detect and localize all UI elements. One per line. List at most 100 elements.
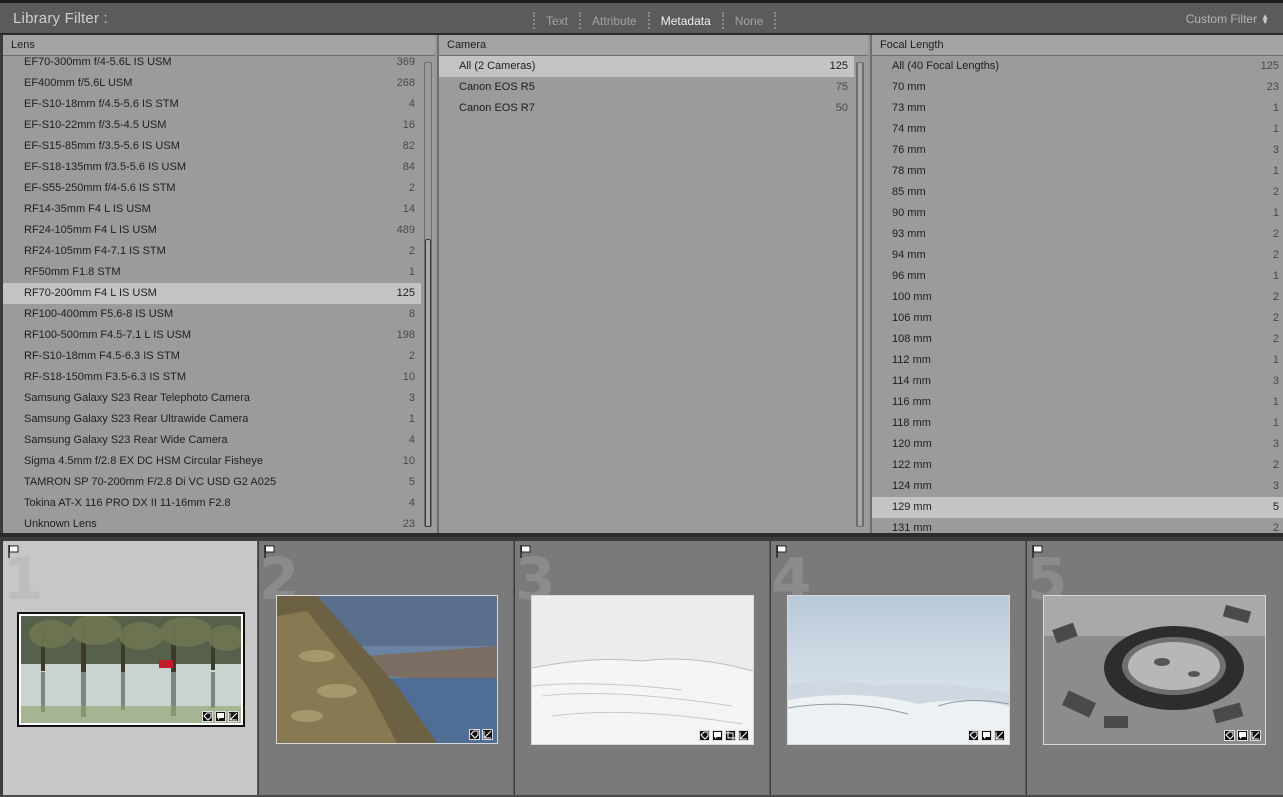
- lens-scrollbar-thumb[interactable]: [425, 239, 431, 527]
- flag-icon[interactable]: [776, 545, 787, 558]
- list-item[interactable]: Canon EOS R5 75: [439, 77, 854, 98]
- list-item[interactable]: EF-S10-22mm f/3.5-4.5 USM 16: [3, 115, 421, 136]
- filter-mode-metadata[interactable]: Metadata: [655, 12, 717, 30]
- list-item[interactable]: 94 mm 2: [872, 245, 1283, 266]
- photo-snowy-hills[interactable]: [532, 596, 753, 744]
- camera-scrollbar-thumb[interactable]: [857, 62, 863, 527]
- list-item[interactable]: Tokina AT-X 116 PRO DX II 11-16mm F2.8 4: [3, 493, 421, 514]
- list-item[interactable]: EF-S10-18mm f/4.5-5.6 IS STM 4: [3, 94, 421, 115]
- list-item[interactable]: RF-S18-150mm F3.5-6.3 IS STM 10: [3, 367, 421, 388]
- list-item[interactable]: 131 mm 2: [872, 518, 1283, 533]
- list-item-label: EF-S18-135mm f/3.5-5.6 IS USM: [24, 161, 186, 173]
- keyword-badge-icon[interactable]: [202, 711, 213, 722]
- list-item[interactable]: RF50mm F1.8 STM 1: [3, 262, 421, 283]
- keyword-badge-icon[interactable]: [699, 730, 710, 741]
- photo-snow-landscape[interactable]: [788, 596, 1009, 744]
- photo-river-gorge[interactable]: [277, 596, 497, 743]
- list-item[interactable]: 114 mm 3: [872, 371, 1283, 392]
- list-item[interactable]: RF24-105mm F4-7.1 IS STM 2: [3, 241, 421, 262]
- list-item[interactable]: RF14-35mm F4 L IS USM 14: [3, 199, 421, 220]
- edit-badge-icon[interactable]: [1250, 730, 1261, 741]
- mode-separator: [721, 12, 724, 29]
- grid-cell[interactable]: 5: [1027, 541, 1283, 795]
- edit-badge-icon[interactable]: [994, 730, 1005, 741]
- edit-badge-icon[interactable]: [738, 730, 749, 741]
- list-item[interactable]: Samsung Galaxy S23 Rear Telephoto Camera…: [3, 388, 421, 409]
- grid-cell[interactable]: 4: [771, 541, 1026, 795]
- list-item[interactable]: RF70-200mm F4 L IS USM 125: [3, 283, 421, 304]
- list-item[interactable]: 112 mm 1: [872, 350, 1283, 371]
- keyword-badge-icon[interactable]: [1224, 730, 1235, 741]
- flag-icon[interactable]: [520, 545, 531, 558]
- list-item[interactable]: Samsung Galaxy S23 Rear Ultrawide Camera…: [3, 409, 421, 430]
- list-item[interactable]: 78 mm 1: [872, 161, 1283, 182]
- list-item[interactable]: RF100-500mm F4.5-7.1 L IS USM 198: [3, 325, 421, 346]
- edit-badge-icon[interactable]: [482, 729, 493, 740]
- filter-mode-text[interactable]: Text: [540, 12, 574, 30]
- filter-mode-attribute[interactable]: Attribute: [586, 12, 643, 30]
- list-item[interactable]: 116 mm 1: [872, 392, 1283, 413]
- keyword-badge-icon[interactable]: [968, 730, 979, 741]
- camera-scrollbar[interactable]: [856, 62, 864, 527]
- list-item[interactable]: All (2 Cameras) 125: [439, 56, 854, 77]
- list-item[interactable]: All (40 Focal Lengths) 125: [872, 56, 1283, 77]
- list-item[interactable]: EF400mm f/5.6L USM 268: [3, 73, 421, 94]
- list-item-count: 2: [408, 350, 415, 362]
- list-item-count: 4: [408, 434, 415, 446]
- list-item[interactable]: Sigma 4.5mm f/2.8 EX DC HSM Circular Fis…: [3, 451, 421, 472]
- list-item[interactable]: 106 mm 2: [872, 308, 1283, 329]
- list-item[interactable]: 74 mm 1: [872, 119, 1283, 140]
- grid-cell[interactable]: 1: [3, 541, 258, 795]
- list-item[interactable]: 70 mm 23: [872, 77, 1283, 98]
- flag-icon[interactable]: [1032, 545, 1043, 558]
- list-item[interactable]: 85 mm 2: [872, 182, 1283, 203]
- list-item[interactable]: 120 mm 3: [872, 434, 1283, 455]
- list-item[interactable]: 73 mm 1: [872, 98, 1283, 119]
- edit-badge-icon[interactable]: [228, 711, 239, 722]
- comment-badge-icon[interactable]: [215, 711, 226, 722]
- crop-badge-icon[interactable]: [725, 730, 736, 741]
- custom-filter-dropdown[interactable]: Custom Filter ▲ ▼: [1186, 12, 1269, 26]
- list-item[interactable]: 108 mm 2: [872, 329, 1283, 350]
- camera-column-header[interactable]: Camera: [439, 35, 868, 56]
- list-item[interactable]: RF-S10-18mm F4.5-6.3 IS STM 2: [3, 346, 421, 367]
- grid-cell[interactable]: 2: [259, 541, 514, 795]
- list-item[interactable]: 76 mm 3: [872, 140, 1283, 161]
- list-item[interactable]: EF-S55-250mm f/4-5.6 IS STM 2: [3, 178, 421, 199]
- filter-mode-none[interactable]: None: [729, 12, 770, 30]
- comment-badge-icon[interactable]: [1237, 730, 1248, 741]
- list-item[interactable]: 124 mm 3: [872, 476, 1283, 497]
- keyword-badge-icon[interactable]: [469, 729, 480, 740]
- list-item[interactable]: EF-S15-85mm f/3.5-5.6 IS USM 82: [3, 136, 421, 157]
- list-item-count: 23: [1266, 81, 1279, 93]
- list-item-label: 124 mm: [892, 480, 932, 492]
- photo-tire-in-ruins[interactable]: [1044, 596, 1265, 744]
- list-item[interactable]: Samsung Galaxy S23 Rear Wide Camera 4: [3, 430, 421, 451]
- metadata-browser: Lens EF70-300mm f/4-5.6L IS USM 369 EF400m…: [3, 35, 1283, 533]
- list-item[interactable]: EF70-300mm f/4-5.6L IS USM 369: [3, 52, 421, 73]
- list-item[interactable]: TAMRON SP 70-200mm F/2.8 Di VC USD G2 A0…: [3, 472, 421, 493]
- list-item[interactable]: RF100-400mm F5.6-8 IS USM 8: [3, 304, 421, 325]
- library-filter-bar: Library Filter : Text Attribute Metadata…: [0, 0, 1283, 35]
- list-item[interactable]: EF-S18-135mm f/3.5-5.6 IS USM 84: [3, 157, 421, 178]
- list-item[interactable]: 122 mm 2: [872, 455, 1283, 476]
- list-item[interactable]: Canon EOS R7 50: [439, 98, 854, 119]
- comment-badge-icon[interactable]: [981, 730, 992, 741]
- flag-icon[interactable]: [264, 545, 275, 558]
- flag-icon[interactable]: [8, 545, 19, 558]
- photo-flooded-trees[interactable]: [21, 616, 241, 723]
- list-item[interactable]: 96 mm 1: [872, 266, 1283, 287]
- list-item[interactable]: 100 mm 2: [872, 287, 1283, 308]
- list-item[interactable]: Unknown Lens 23: [3, 514, 421, 533]
- list-item[interactable]: 118 mm 1: [872, 413, 1283, 434]
- lens-scrollbar[interactable]: [424, 62, 432, 527]
- list-item[interactable]: RF24-105mm F4 L IS USM 489: [3, 220, 421, 241]
- list-item-label: 96 mm: [892, 270, 926, 282]
- comment-badge-icon[interactable]: [712, 730, 723, 741]
- grid-cell[interactable]: 3: [515, 541, 770, 795]
- focal-length-column-header[interactable]: Focal Length: [872, 35, 1283, 56]
- list-item-label: Unknown Lens: [24, 518, 97, 530]
- list-item[interactable]: 129 mm 5: [872, 497, 1283, 518]
- list-item[interactable]: 93 mm 2: [872, 224, 1283, 245]
- list-item[interactable]: 90 mm 1: [872, 203, 1283, 224]
